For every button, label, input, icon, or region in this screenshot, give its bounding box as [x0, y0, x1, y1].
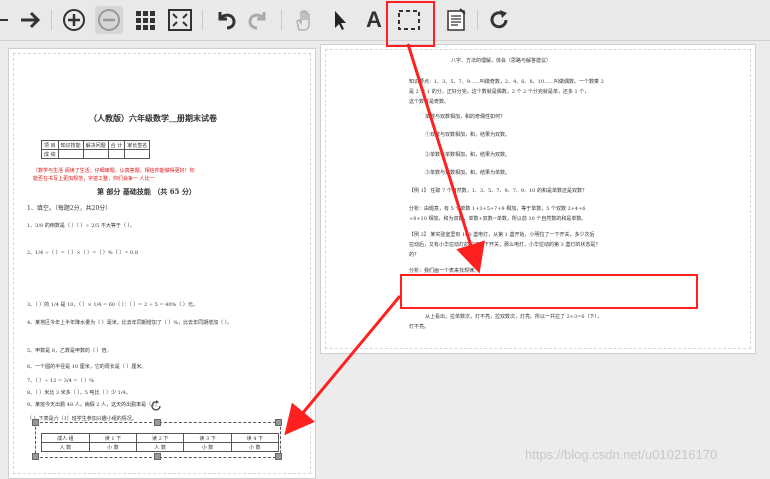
content-line: ②单数与单数相加，和，结果为双数。: [425, 152, 511, 158]
question-line: 9、某班今天出勤 48 人，病假 2 人，这天的出勤率是（ ）。: [27, 402, 161, 408]
question-line: 1、填空。（每题2分，共20分）: [27, 205, 112, 212]
toolbar-separator: [281, 10, 282, 30]
rotate-handle-icon[interactable]: [146, 396, 166, 416]
question-line: 2、1/4 ÷（ ）=（ ）×（ ）=（ ）%（ ）= 0.8: [27, 250, 139, 256]
thumbnails-grid-icon[interactable]: [131, 6, 159, 34]
toolbar-separator: [477, 10, 478, 30]
score-table-cell: 知识技能: [57, 140, 84, 150]
score-table-cell: 成 绩: [41, 149, 59, 159]
content-line: 拉动后，又有小华拉动灯的拉了一下开关，那么电灯，小华拉动的第 3 盏灯的状态是？: [409, 242, 601, 248]
content-line: 这个数就是奇数。: [409, 99, 450, 105]
content-line: ①双数与双数相加，和，结果为双数。: [425, 132, 511, 138]
text-tool-icon[interactable]: A: [360, 6, 388, 34]
content-line: 【例 1】 任取 7 个自然数，1、3、5、7、9、7、9、10 的和是单数还是…: [409, 188, 587, 194]
content-line: 单数与双数相加，和的奇偶性如何？: [425, 114, 506, 120]
content-line: 分析：我们画一个表来找规律。: [409, 268, 480, 274]
content-line: 是 2 个 1 的分，正好分完，这个数就是偶数。2 个 2 个分完就是单，还多 …: [409, 89, 590, 95]
resize-handle[interactable]: [32, 419, 39, 426]
resize-handle[interactable]: [154, 419, 161, 426]
resize-handle[interactable]: [275, 453, 282, 460]
watermark: https://blog.csdn.net/u010216170: [525, 447, 718, 462]
table-caption: （ ）下表是六（1）班学生参加兴趣小组的情况。: [27, 416, 137, 422]
content-line: 的？: [409, 252, 420, 258]
next-page-icon[interactable]: [16, 6, 44, 34]
section-heading: 第 部分 基础技能 （共 65 分）: [97, 187, 196, 196]
question-line: 5、甲数是 8，乙数是甲数的（ ）倍。: [27, 348, 112, 354]
hand-tool-icon[interactable]: [290, 6, 318, 34]
content-line: 【例 2】 某实验室里有 100 盏电灯，从第 1 盏开始，小明拉了一下开关，多…: [409, 232, 595, 238]
instruction-line: （数学与生活 阅读了生活；仔细审题，认真答题，相信你能做得更好！你: [33, 168, 195, 174]
score-table-cell: 解决问题: [82, 140, 109, 150]
notes-icon[interactable]: [442, 6, 470, 34]
content-line: 知识要点：1、3、5、7、9……叫做奇数，2、4、6、8、10……叫做偶数。一个…: [409, 79, 604, 85]
highlight-target-area: [400, 274, 698, 309]
zoom-out-icon[interactable]: [95, 6, 123, 34]
page-title: （人教版）六年级数学＿册期末试卷: [89, 113, 217, 123]
question-line: 7、（ ）÷ 12 = 3/4 =（ ）%: [27, 378, 94, 384]
toolbar: A: [0, 0, 770, 41]
toolbar-separator: [202, 10, 203, 30]
question-line: 6、一个圆的半径是 10 厘米，它的周长是（ ）厘米。: [27, 364, 147, 370]
highlight-rect-select-tool: [386, 1, 435, 47]
refresh-icon[interactable]: [485, 6, 513, 34]
content-line: 从上看出，拉单数次，灯不亮，拉双数次，灯亮。所以一共拉了 2+3=6（下），: [425, 314, 603, 320]
content-line: 灯不亮。: [409, 324, 430, 330]
prev-item-icon[interactable]: [0, 6, 14, 34]
fit-page-icon[interactable]: [166, 6, 194, 34]
question-line: 8、（ ）米比 3 米多（ ），5 吨比（ ）少 1/4。: [27, 390, 131, 396]
redo-icon[interactable]: [244, 6, 272, 34]
instruction-line: 能否在书写上更加规范，字迹工整，你们会争一 人比一: [33, 176, 155, 182]
question-line: 3、（ ）的 1/4 是 10，（ ）× 1/4 = 60（ ）：（ ）= 2 …: [27, 302, 198, 308]
page-heading: 八字、方法的理解，体会（思路与解答建议）: [451, 58, 552, 64]
undo-icon[interactable]: [212, 6, 240, 34]
question-line: 1、3/8 的倒数是（ ）（ ）÷ 2/5 不大等于（ ）。: [27, 223, 136, 229]
score-table-cell: 项 目: [41, 140, 59, 150]
resize-handle[interactable]: [32, 453, 39, 460]
resize-handle[interactable]: [154, 453, 161, 460]
zoom-in-icon[interactable]: [60, 6, 88, 34]
question-line: 4、某地区今年上半年降水量为（ ）毫米，比去年同期增加了（ ）%，比去年同期增加…: [27, 320, 233, 326]
content-line: ③单数与双数相加，和，结果为单数。: [425, 170, 511, 176]
content-line: 分析：由题意，有 5 个单数 1+3+5+7+9 相加，等于单数，5 个双数 2…: [409, 206, 586, 212]
score-table-cell: 家长签名: [124, 140, 151, 150]
text-tool-label: A: [366, 7, 382, 32]
select-arrow-icon[interactable]: [325, 6, 353, 34]
score-table: 项 目 知识技能 解决问题 合 计 家长签名 成 绩: [41, 140, 151, 159]
resize-handle[interactable]: [275, 419, 282, 426]
toolbar-separator: [51, 10, 52, 30]
score-table-cell: 合 计: [107, 140, 126, 150]
content-line: +8+10 相加，和为双数，单数+双数=单数，所以前 10 个自然数的和是单数。: [409, 216, 587, 222]
